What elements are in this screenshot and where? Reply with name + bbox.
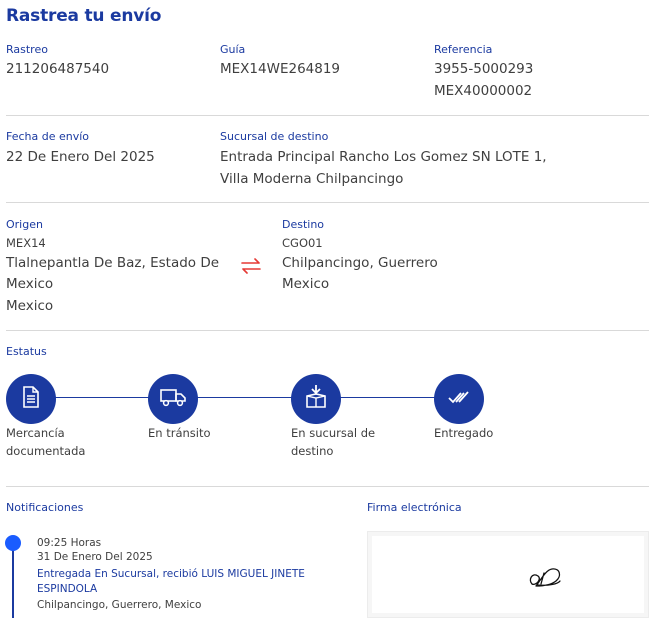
divider bbox=[6, 330, 649, 331]
step-label-delivered: Entregado bbox=[434, 426, 494, 440]
rastreo-value: 211206487540 bbox=[6, 61, 110, 77]
step-label-at-branch: En sucursal de destino bbox=[291, 426, 376, 458]
signature-image bbox=[526, 564, 566, 594]
signature-label: Firma electrónica bbox=[367, 501, 462, 514]
origen-line-2: Mexico bbox=[6, 276, 54, 292]
document-icon bbox=[21, 385, 41, 413]
box-arrow-icon bbox=[304, 384, 328, 414]
step-label-documented: Mercancía documentada bbox=[6, 426, 86, 458]
double-check-icon bbox=[447, 388, 471, 410]
arrows-swap-icon bbox=[239, 257, 263, 279]
notification-message-1: Entregada En Sucursal, recibió LUIS MIGU… bbox=[37, 568, 305, 580]
sucursal-line-2: Villa Moderna Chilpancingo bbox=[220, 171, 404, 187]
notification-place: Chilpancingo, Guerrero, Mexico bbox=[37, 599, 202, 611]
origen-code: MEX14 bbox=[6, 236, 46, 250]
referencia-value-1: 3955-5000293 bbox=[434, 61, 534, 77]
destino-line-2: Mexico bbox=[282, 276, 330, 292]
fecha-label: Fecha de envío bbox=[6, 130, 90, 143]
divider bbox=[6, 115, 649, 116]
destino-code: CGO01 bbox=[282, 236, 323, 250]
step-at-branch bbox=[291, 374, 341, 424]
step-in-transit bbox=[148, 374, 198, 424]
truck-icon bbox=[159, 386, 187, 412]
fecha-value: 22 De Enero Del 2025 bbox=[6, 149, 155, 165]
destino-line-1: Chilpancingo, Guerrero bbox=[282, 255, 438, 271]
signature-box bbox=[367, 531, 649, 618]
status-track-line bbox=[30, 397, 460, 398]
notifications-label: Notificaciones bbox=[6, 501, 84, 514]
referencia-value-2: MEX40000002 bbox=[434, 83, 533, 99]
notification-message-2: ESPINDOLA bbox=[37, 583, 98, 595]
step-delivered bbox=[434, 374, 484, 424]
divider bbox=[6, 486, 649, 487]
timeline-dot bbox=[5, 535, 21, 551]
origen-label: Origen bbox=[6, 218, 43, 231]
referencia-label: Referencia bbox=[434, 43, 493, 56]
origen-line-1: Tlalnepantla De Baz, Estado De bbox=[6, 255, 220, 271]
step-label-in-transit: En tránsito bbox=[148, 426, 211, 440]
divider bbox=[6, 202, 649, 203]
page-title: Rastrea tu envío bbox=[6, 6, 162, 26]
rastreo-label: Rastreo bbox=[6, 43, 48, 56]
timeline-line bbox=[12, 544, 14, 618]
sucursal-label: Sucursal de destino bbox=[220, 130, 329, 143]
sucursal-line-1: Entrada Principal Rancho Los Gomez SN LO… bbox=[220, 149, 547, 165]
notification-date: 31 De Enero Del 2025 bbox=[37, 551, 153, 563]
status-label: Estatus bbox=[6, 345, 47, 358]
guia-label: Guía bbox=[220, 43, 246, 56]
notification-time: 09:25 Horas bbox=[37, 537, 102, 549]
guia-value: MEX14WE264819 bbox=[220, 61, 341, 77]
origen-line-3: Mexico bbox=[6, 298, 54, 314]
step-documented bbox=[6, 374, 56, 424]
destino-label: Destino bbox=[282, 218, 325, 231]
